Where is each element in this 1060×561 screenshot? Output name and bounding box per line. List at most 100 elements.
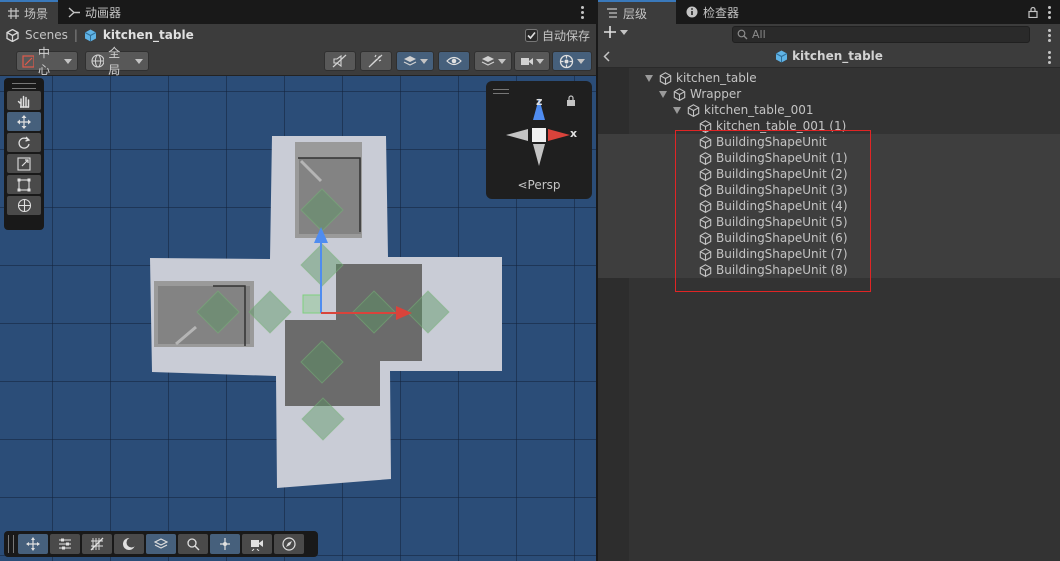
- hierarchy-panel: 层级 检查器 All kitchen_table kitchen_table Wr…: [598, 0, 1060, 561]
- effects-toggle-button[interactable]: [360, 51, 392, 71]
- overlay-layers-button[interactable]: [146, 534, 176, 554]
- plane-handle[interactable]: [302, 294, 322, 314]
- expand-arrow-icon[interactable]: [659, 90, 667, 98]
- rect-tool-button[interactable]: [7, 175, 41, 194]
- transform-tool-button[interactable]: [7, 196, 41, 215]
- prefab-header: kitchen_table: [598, 45, 1060, 68]
- animator-icon: [68, 6, 81, 18]
- tab-scene-label: 场景: [24, 6, 49, 21]
- projection-label: Persp: [527, 178, 561, 192]
- search-placeholder: All: [752, 28, 766, 41]
- globe-icon: [91, 54, 105, 68]
- tab-hierarchy-label: 层级: [623, 6, 648, 21]
- pivot-move-icon: [220, 538, 230, 550]
- orientation-gizmo[interactable]: z x ⋖Persp: [486, 81, 592, 199]
- layers-icon: [481, 56, 494, 66]
- scale-tool-button[interactable]: [7, 154, 41, 173]
- autosave-toggle[interactable]: 自动保存: [524, 27, 590, 44]
- chevron-down-icon: [497, 58, 506, 64]
- tree-row[interactable]: BuildingShapeUnit (1): [699, 150, 848, 166]
- prefab-header-label: kitchen_table: [792, 49, 883, 63]
- gameobject-cube-icon: [699, 119, 712, 133]
- drag-handle-icon[interactable]: [8, 535, 14, 553]
- overlay-lighting-button[interactable]: [114, 534, 144, 554]
- checkbox-checked-icon[interactable]: [524, 29, 538, 42]
- overlay-snap-button[interactable]: [50, 534, 80, 554]
- scene-visibility-button[interactable]: [438, 51, 470, 71]
- overlay-compass-button[interactable]: [274, 534, 304, 554]
- audio-mute-icon: [332, 54, 347, 68]
- pivot-label: 中心: [37, 46, 50, 77]
- tree-row[interactable]: BuildingShapeUnit (6): [699, 230, 848, 246]
- plus-icon: [604, 26, 616, 38]
- autosave-label: 自动保存: [541, 29, 590, 43]
- hand-tool-button[interactable]: [7, 91, 41, 110]
- camera-icon: [521, 57, 533, 65]
- visibility-layers-button[interactable]: [396, 51, 434, 71]
- tree-row[interactable]: kitchen_table_001: [673, 102, 813, 118]
- tab-inspector[interactable]: 检查器: [678, 0, 749, 24]
- overlay-pivot-button[interactable]: [210, 534, 240, 554]
- lock-icon[interactable]: [1028, 6, 1038, 18]
- overlay-grid-button[interactable]: [82, 534, 112, 554]
- projection-toggle[interactable]: ⋖Persp: [486, 178, 592, 192]
- gameobject-cube-icon: [687, 103, 700, 117]
- tree-row[interactable]: kitchen_table: [645, 70, 757, 86]
- scene-tabbar: 场景 动画器: [0, 0, 596, 24]
- breadcrumb-current[interactable]: kitchen_table: [103, 28, 194, 42]
- gameobject-cube-icon: [699, 167, 712, 181]
- create-dropdown[interactable]: [604, 26, 628, 38]
- header-menu-icon[interactable]: [1048, 51, 1052, 64]
- scene-menu-icon[interactable]: [581, 6, 585, 19]
- chevron-down-icon: [135, 58, 143, 64]
- projection-icon: ⋖: [517, 178, 528, 192]
- toolbar-menu-icon[interactable]: [1048, 29, 1052, 42]
- tree-row[interactable]: BuildingShapeUnit (2): [699, 166, 848, 182]
- space-dropdown[interactable]: 全局: [85, 46, 149, 77]
- scene-viewport[interactable]: z x ⋖Persp: [0, 76, 596, 561]
- pivot-dropdown[interactable]: 中心: [16, 46, 78, 77]
- chevron-down-icon: [620, 29, 628, 35]
- pivot-icon: [22, 54, 34, 68]
- overlay-move-button[interactable]: [18, 534, 48, 554]
- drag-handle-icon[interactable]: [12, 83, 36, 89]
- draw-mode-dropdown[interactable]: [474, 51, 512, 71]
- camera-settings-dropdown[interactable]: [514, 51, 550, 71]
- tree-row[interactable]: Wrapper: [659, 86, 741, 102]
- gameobject-cube-icon: [699, 247, 712, 261]
- drag-handle-icon[interactable]: [493, 89, 509, 94]
- gizmos-dropdown[interactable]: [552, 51, 592, 71]
- expand-arrow-icon[interactable]: [645, 74, 653, 82]
- tree-row[interactable]: BuildingShapeUnit (8): [699, 262, 848, 278]
- tree-row[interactable]: BuildingShapeUnit: [699, 134, 827, 150]
- overlay-camera-button[interactable]: [242, 534, 272, 554]
- tree-row-label: BuildingShapeUnit (6): [716, 231, 848, 245]
- overlay-search-button[interactable]: [178, 534, 208, 554]
- hierarchy-menu-icon[interactable]: [1048, 6, 1052, 19]
- tab-animator[interactable]: 动画器: [60, 0, 131, 24]
- transform-icon: [17, 198, 31, 213]
- tab-hierarchy[interactable]: 层级: [598, 0, 676, 24]
- tree-row[interactable]: BuildingShapeUnit (3): [699, 182, 848, 198]
- tree-row[interactable]: kitchen_table_001 (1): [699, 118, 846, 134]
- rotate-tool-button[interactable]: [7, 133, 41, 152]
- tree-row[interactable]: BuildingShapeUnit (4): [699, 198, 848, 214]
- move-tool-button[interactable]: [7, 112, 41, 131]
- tab-scene[interactable]: 场景: [0, 0, 59, 24]
- search-input[interactable]: All: [732, 26, 1030, 43]
- gameobject-cube-icon: [673, 87, 686, 101]
- expand-arrow-icon[interactable]: [673, 106, 681, 114]
- search-icon: [187, 538, 200, 551]
- eye-icon: [446, 56, 462, 66]
- hierarchy-toolbar: All: [598, 24, 1060, 45]
- tree-row[interactable]: BuildingShapeUnit (5): [699, 214, 848, 230]
- gameobject-cube-icon: [699, 135, 712, 149]
- sliders-icon: [59, 538, 71, 550]
- tree-row[interactable]: BuildingShapeUnit (7): [699, 246, 848, 262]
- gizmo-axis-z-label: z: [536, 95, 543, 108]
- camera-icon: [251, 540, 263, 551]
- breadcrumb-root[interactable]: Scenes: [25, 28, 68, 42]
- audio-toggle-button[interactable]: [324, 51, 356, 71]
- chevron-down-icon: [64, 58, 72, 64]
- scale-icon: [17, 156, 31, 171]
